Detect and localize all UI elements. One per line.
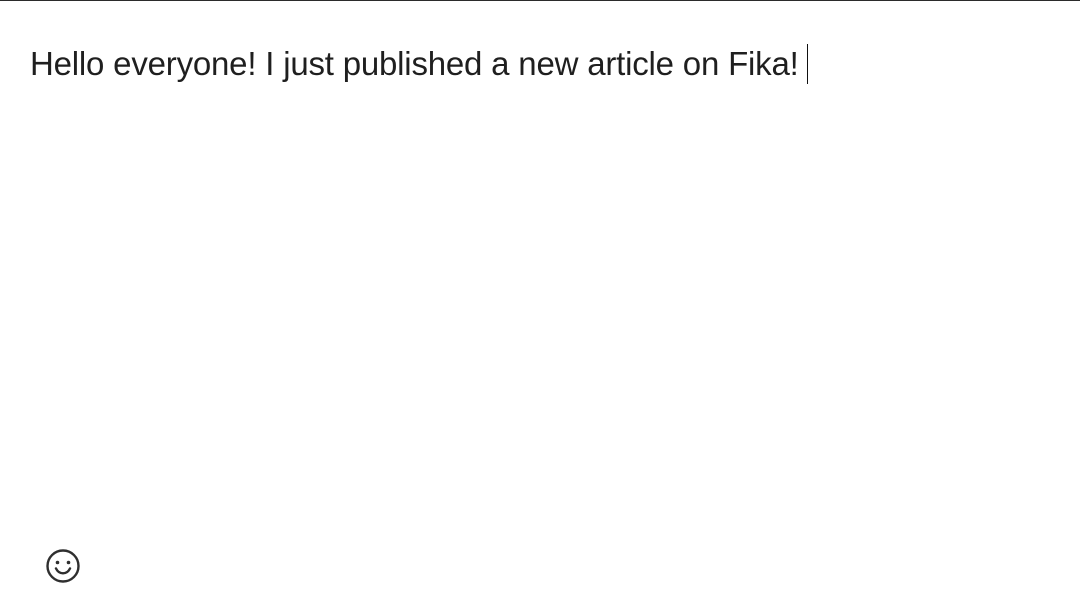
post-composer: Hello everyone! I just published a new a… xyxy=(0,0,1080,608)
emoji-button[interactable] xyxy=(45,548,81,584)
post-text-editor[interactable]: Hello everyone! I just published a new a… xyxy=(30,39,1050,519)
post-text: Hello everyone! I just published a new a… xyxy=(30,45,799,82)
smiley-icon xyxy=(46,549,80,583)
text-cursor xyxy=(806,44,808,84)
